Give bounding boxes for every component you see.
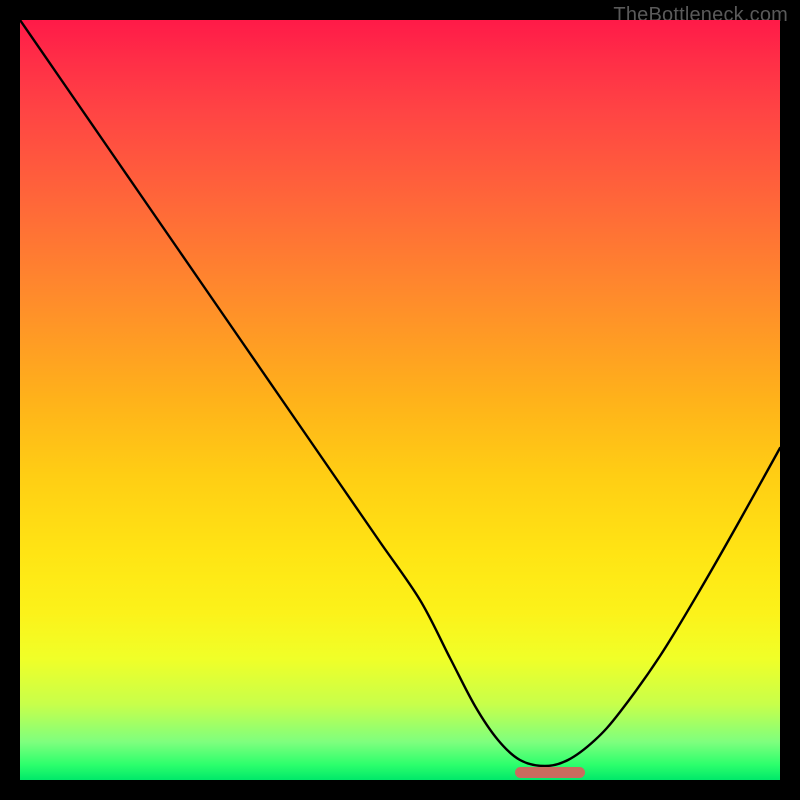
bottleneck-curve (20, 20, 780, 766)
chart-container: TheBottleneck.com (0, 0, 800, 800)
curve-svg (20, 20, 780, 780)
trough-marker (515, 767, 585, 778)
